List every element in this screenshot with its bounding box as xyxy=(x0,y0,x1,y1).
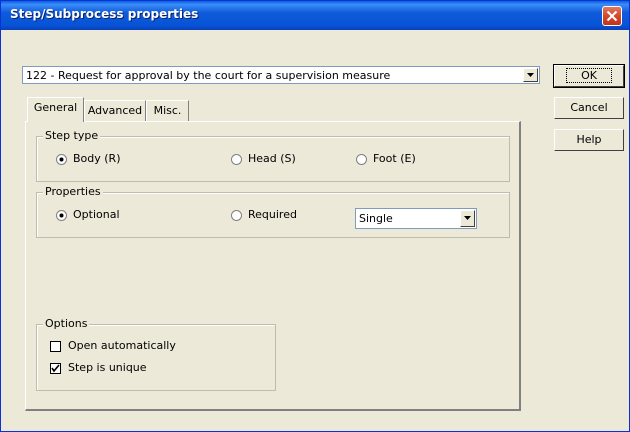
radio-optional-label: Optional xyxy=(73,208,120,221)
step-select-value: 122 - Request for approval by the court … xyxy=(26,69,391,82)
ok-button[interactable]: OK xyxy=(553,64,625,88)
tab-advanced[interactable]: Advanced xyxy=(84,100,146,121)
properties-group: Properties Optional Required Single xyxy=(36,185,510,238)
chevron-down-icon xyxy=(527,73,534,77)
radio-body[interactable] xyxy=(56,154,67,165)
mode-select[interactable]: Single xyxy=(355,208,477,229)
mode-select-value: Single xyxy=(359,212,393,225)
radio-required[interactable] xyxy=(231,210,242,221)
window-title: Step/Subprocess properties xyxy=(10,7,199,21)
properties-label: Properties xyxy=(43,185,103,198)
close-icon xyxy=(606,10,618,22)
radio-head-label: Head (S) xyxy=(248,152,296,165)
step-select-dropdown-button[interactable] xyxy=(523,68,538,82)
check-icon xyxy=(51,364,60,373)
open-automatically-checkbox[interactable] xyxy=(50,341,61,352)
tab-misc[interactable]: Misc. xyxy=(146,100,189,121)
radio-head[interactable] xyxy=(231,154,242,165)
radio-body-label: Body (R) xyxy=(73,152,121,165)
close-button[interactable] xyxy=(602,6,622,26)
mode-select-dropdown-button[interactable] xyxy=(460,210,475,227)
ok-button-label: OK xyxy=(566,68,612,83)
general-tab-panel: Step type Body (R) Head (S) Foot (E) Pro… xyxy=(25,121,521,411)
radio-optional[interactable] xyxy=(56,210,67,221)
step-is-unique-checkbox[interactable] xyxy=(50,363,61,374)
chevron-down-icon xyxy=(464,216,471,220)
cancel-button[interactable]: Cancel xyxy=(554,97,624,119)
open-automatically-label: Open automatically xyxy=(68,339,176,352)
tab-general[interactable]: General xyxy=(27,97,84,122)
step-type-group: Step type Body (R) Head (S) Foot (E) xyxy=(36,129,510,182)
title-bar[interactable]: Step/Subprocess properties xyxy=(1,1,629,30)
help-button[interactable]: Help xyxy=(554,129,624,151)
radio-foot-label: Foot (E) xyxy=(373,152,416,165)
options-group: Options Open automatically Step is uniqu… xyxy=(36,317,276,391)
step-is-unique-label: Step is unique xyxy=(68,361,147,374)
dialog-window: Step/Subprocess properties 122 - Request… xyxy=(0,0,630,432)
options-label: Options xyxy=(43,317,90,330)
step-select[interactable]: 122 - Request for approval by the court … xyxy=(22,66,540,84)
step-type-label: Step type xyxy=(43,129,101,142)
radio-foot[interactable] xyxy=(356,154,367,165)
radio-required-label: Required xyxy=(248,208,297,221)
